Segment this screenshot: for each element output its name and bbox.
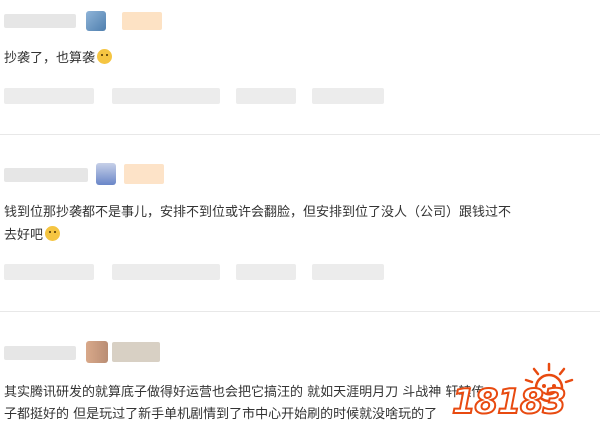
blurred-username bbox=[4, 346, 76, 360]
user-avatar-icon bbox=[96, 163, 116, 185]
blurred-meta bbox=[312, 88, 384, 104]
blurred-meta bbox=[236, 264, 296, 280]
comment-text: 抄袭了，也算袭 bbox=[4, 48, 113, 70]
watermark-text: 18183 bbox=[451, 381, 567, 423]
blurred-username bbox=[4, 168, 88, 182]
doge-emoji-icon bbox=[45, 226, 61, 241]
doge-emoji-icon bbox=[97, 49, 113, 64]
blurred-meta bbox=[312, 264, 384, 280]
blurred-badge bbox=[124, 164, 164, 184]
blurred-username bbox=[4, 14, 76, 28]
divider bbox=[0, 311, 600, 312]
blurred-badge bbox=[122, 12, 162, 30]
user-avatar-icon bbox=[86, 341, 108, 363]
site-watermark: 18183 bbox=[430, 362, 598, 437]
comment-text-line1: 钱到位那抄袭都不是事儿，安排不到位或许会翻脸，但安排到位了没人（公司）跟钱过不 bbox=[4, 205, 512, 220]
blurred-meta bbox=[4, 88, 94, 104]
blurred-meta bbox=[4, 264, 94, 280]
blurred-meta bbox=[112, 88, 220, 104]
blurred-badge bbox=[112, 342, 160, 362]
divider bbox=[0, 134, 600, 135]
blurred-meta bbox=[112, 264, 220, 280]
comment-text-line2: 子都挺好的 但是玩过了新手单机剧情到了市中心开始刷的时候就没啥玩的了 bbox=[4, 407, 438, 422]
comment-text-line2: 去好吧 bbox=[4, 225, 61, 247]
user-badge-icon bbox=[86, 11, 106, 31]
comment-text-line1: 其实腾讯研发的就算底子做得好运营也会把它搞汪的 就如天涯明月刀 斗战神 轩辕传 bbox=[4, 385, 485, 400]
blurred-meta bbox=[236, 88, 296, 104]
